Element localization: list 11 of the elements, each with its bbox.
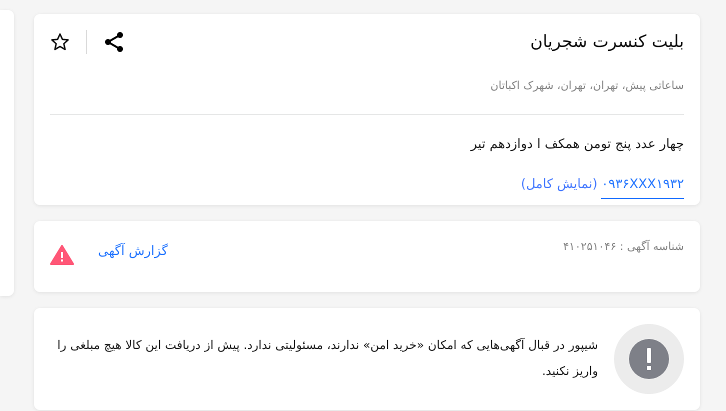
listing-subtitle: ساعاتی پیش، تهران، تهران، شهرک اکباتان [490, 79, 684, 92]
safety-notice: شیپور در قبال آگهی‌هایی که امکان «خرید امن» ندارند، مسئولیتی ندارد. پیش از دریافت این کالا هیچ مبلغی را واریز نکنید. [56, 336, 598, 380]
listing-description: چهار عدد پنج تومن همکف ا دوازدهم تیر [470, 137, 684, 152]
report-ad-link[interactable]: گزارش آگهی [98, 242, 168, 262]
share-icon[interactable] [102, 31, 125, 53]
show-full-link[interactable]: (نمایش کامل) [520, 175, 598, 198]
listing-title: بلیت کنسرت شجریان [530, 32, 684, 52]
bookmark-star-icon[interactable] [50, 32, 70, 52]
phone-number-link[interactable]: ۰۹۳۶XXX۱۹۳۲ [601, 175, 684, 198]
ad-id: شناسه آگهی : ۴۱۰۲۵۱۰۴۶ [563, 239, 684, 255]
warning-icon [50, 245, 74, 265]
